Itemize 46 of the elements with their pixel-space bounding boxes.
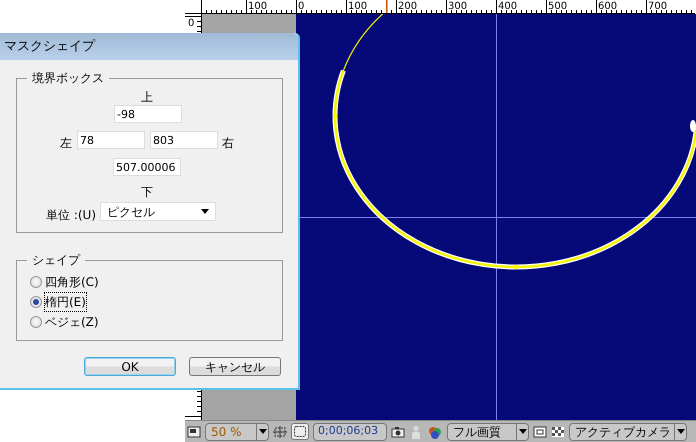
monitor-icon[interactable] <box>187 424 201 438</box>
time-marker <box>386 0 388 13</box>
radio-label[interactable]: 四角形(C) <box>45 273 99 291</box>
ruler-label: 0 <box>298 1 304 12</box>
ruler-label: 600 <box>598 1 618 12</box>
field-label: 左 <box>60 136 72 150</box>
cancel-button[interactable]: キャンセル <box>189 357 281 376</box>
field-label: 上 <box>141 90 153 104</box>
field-label: 右 <box>222 136 234 150</box>
left-field[interactable]: 78 <box>77 131 145 149</box>
caret-icon <box>201 209 209 214</box>
group-label: シェイプ <box>27 252 85 268</box>
quality-dropdown[interactable]: フル画質 <box>447 422 529 440</box>
bottom-field[interactable]: 507.00006 <box>113 158 181 176</box>
transparency-grid-icon[interactable] <box>551 424 565 438</box>
ok-button[interactable]: OK <box>84 357 176 376</box>
top-field[interactable]: -98 <box>114 105 182 123</box>
radio-label[interactable]: 楕円(E) <box>45 293 86 311</box>
dialog-title: マスクシェイプ <box>0 33 298 60</box>
mask-toggle[interactable] <box>291 423 309 440</box>
ruler-label: 0 <box>188 18 194 29</box>
ruler-label: 500 <box>548 1 568 12</box>
caret-icon <box>676 429 684 434</box>
grid-icon[interactable] <box>273 424 287 438</box>
color-channels-icon[interactable] <box>427 424 443 438</box>
ruler-label: 100 <box>248 1 268 12</box>
ruler-label: 700 <box>648 1 668 12</box>
camera-dropdown[interactable]: アクティブカメラ <box>569 422 687 440</box>
radio-label[interactable]: ベジェ(Z) <box>45 313 99 331</box>
ruler-label: 300 <box>448 1 468 12</box>
right-field[interactable]: 803 <box>150 131 218 149</box>
radio-button[interactable] <box>30 296 42 308</box>
camera-icon[interactable] <box>391 424 405 438</box>
ruler-label: 400 <box>498 1 518 12</box>
field-label: 下 <box>141 185 153 199</box>
ruler-label: 200 <box>398 1 418 12</box>
radio-button[interactable] <box>30 316 42 328</box>
timecode-field[interactable]: 0;00;06;03 <box>313 422 387 440</box>
field-label: 単位 :(U) <box>46 208 96 222</box>
units-dropdown[interactable]: ピクセル <box>100 202 216 221</box>
region-icon[interactable] <box>533 424 547 438</box>
caret-icon <box>518 429 526 434</box>
group-label: 境界ボックス <box>27 70 109 86</box>
radio-button[interactable] <box>30 276 42 288</box>
caret-icon <box>258 429 266 434</box>
ruler-label: 100 <box>348 1 368 12</box>
